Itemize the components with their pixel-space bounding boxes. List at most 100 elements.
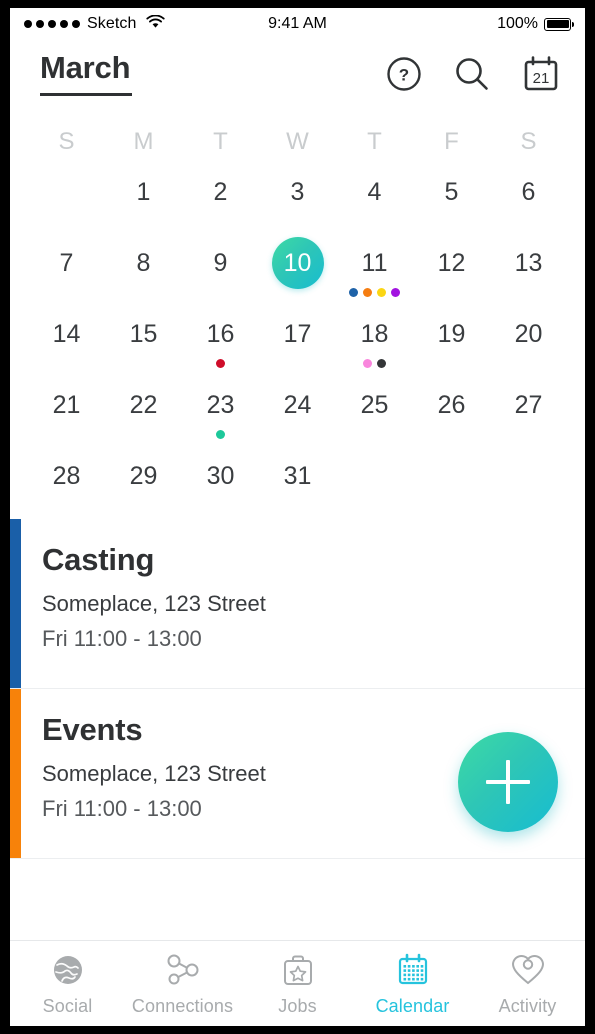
- tab-social[interactable]: Social: [10, 941, 125, 1026]
- day-number: 31: [283, 462, 312, 490]
- globe-icon: [49, 951, 87, 989]
- event-time: Fri 11:00 - 13:00: [42, 625, 202, 651]
- calendar-icon: [394, 951, 432, 989]
- tab-label: Calendar: [375, 995, 450, 1016]
- calendar-day-28[interactable]: 28: [28, 448, 105, 519]
- day-number: [45, 170, 89, 214]
- calendar-day-30[interactable]: 30: [182, 448, 259, 519]
- calendar-cell-empty: [490, 448, 567, 519]
- tab-label: Activity: [498, 995, 557, 1016]
- event-list: Casting Someplace, 123 Street Fri 11:00 - …: [10, 519, 585, 940]
- tab-connections[interactable]: Connections: [125, 941, 240, 1026]
- calendar-day-22[interactable]: 22: [105, 377, 182, 448]
- event-dots: [216, 358, 225, 368]
- calendar-day-19[interactable]: 19: [413, 306, 490, 377]
- day-of-week-0: S: [58, 128, 75, 155]
- calendar-day-27[interactable]: 27: [490, 377, 567, 448]
- calendar-day-24[interactable]: 24: [259, 377, 336, 448]
- calendar-day-1[interactable]: 1: [105, 164, 182, 235]
- tab-calendar[interactable]: Calendar: [355, 941, 470, 1026]
- day-number: 27: [514, 391, 543, 419]
- day-number: 8: [136, 249, 151, 277]
- calendar-day-17[interactable]: 17: [259, 306, 336, 377]
- add-event-button[interactable]: [458, 732, 558, 832]
- calendar-week-row: 1 2 3 4 5 6: [28, 164, 567, 235]
- calendar-day-13[interactable]: 13: [490, 235, 567, 306]
- calendar-day-16[interactable]: 16: [182, 306, 259, 377]
- calendar-day-5[interactable]: 5: [413, 164, 490, 235]
- event-dots: [363, 358, 386, 368]
- heart-pin-icon: [509, 951, 547, 989]
- event-location: Someplace, 123 Street: [42, 590, 266, 616]
- day-number: 18: [360, 320, 389, 348]
- help-icon[interactable]: ?: [385, 55, 423, 93]
- status-bar-right: 100%: [497, 15, 574, 33]
- calendar-grid: SMTWTFS 1 2 3 4 5 6 7 8 9 10 11 12 13 14 15 16 17 18 19 20 2…: [10, 108, 585, 519]
- calendar-day-26[interactable]: 26: [413, 377, 490, 448]
- event-accent-bar: [10, 519, 21, 688]
- calendar-day-15[interactable]: 15: [105, 306, 182, 377]
- tab-label: Jobs: [278, 995, 317, 1016]
- phone-screen: Sketch 9:41 AM 100% March ? 21 S M T W T…: [10, 8, 585, 1026]
- plus-icon: [486, 760, 530, 804]
- calendar-day-10[interactable]: 10: [259, 235, 336, 306]
- day-of-week-5: F: [444, 128, 459, 155]
- calendar-day-23[interactable]: 23: [182, 377, 259, 448]
- day-number: 16: [206, 320, 235, 348]
- day-number: 7: [59, 249, 74, 277]
- day-number: 25: [360, 391, 389, 419]
- calendar-day-12[interactable]: 12: [413, 235, 490, 306]
- calendar-day-icon[interactable]: 21: [521, 54, 561, 94]
- calendar-day-6[interactable]: 6: [490, 164, 567, 235]
- status-bar-left: Sketch: [24, 14, 165, 34]
- day-number: [430, 454, 474, 498]
- event-dot: [391, 287, 400, 297]
- calendar-day-18[interactable]: 18: [336, 306, 413, 377]
- tab-activity[interactable]: Activity: [470, 941, 585, 1026]
- search-icon[interactable]: [453, 55, 491, 93]
- day-number: [507, 454, 551, 498]
- event-dot: [349, 287, 358, 297]
- day-number: 20: [514, 320, 543, 348]
- briefcase-icon: [279, 951, 317, 989]
- tab-jobs[interactable]: Jobs: [240, 941, 355, 1026]
- calendar-cell-empty: [336, 448, 413, 519]
- calendar-day-8[interactable]: 8: [105, 235, 182, 306]
- event-dots: [216, 429, 225, 439]
- calendar-day-31[interactable]: 31: [259, 448, 336, 519]
- event-dot: [216, 429, 225, 439]
- calendar-day-3[interactable]: 3: [259, 164, 336, 235]
- day-number: 4: [367, 178, 382, 206]
- header-actions: ? 21: [385, 54, 561, 94]
- carrier-label: Sketch: [87, 15, 137, 32]
- bottom-tab-bar: Social Connections Jobs Calendar Activit…: [10, 940, 585, 1026]
- calendar-weeks: 1 2 3 4 5 6 7 8 9 10 11 12 13 14 15 16 17 18 19 20 21 22 23 24 2…: [28, 164, 567, 519]
- day-number: 5: [444, 178, 459, 206]
- day-number: 29: [129, 462, 158, 490]
- wifi-icon: [145, 14, 165, 34]
- day-of-week-6: S: [520, 128, 537, 155]
- calendar-day-4[interactable]: 4: [336, 164, 413, 235]
- day-number: 26: [437, 391, 466, 419]
- calendar-day-29[interactable]: 29: [105, 448, 182, 519]
- day-number: 24: [283, 391, 312, 419]
- calendar-day-2[interactable]: 2: [182, 164, 259, 235]
- calendar-day-7[interactable]: 7: [28, 235, 105, 306]
- calendar-day-21[interactable]: 21: [28, 377, 105, 448]
- calendar-cell-empty: [413, 448, 490, 519]
- calendar-day-9[interactable]: 9: [182, 235, 259, 306]
- battery-percent-label: 100%: [497, 15, 538, 32]
- calendar-icon-day-number: 21: [533, 70, 550, 87]
- calendar-day-14[interactable]: 14: [28, 306, 105, 377]
- day-number: [353, 454, 397, 498]
- event-dot: [377, 358, 386, 368]
- calendar-day-20[interactable]: 20: [490, 306, 567, 377]
- day-number: 19: [437, 320, 466, 348]
- share-icon: [163, 951, 203, 989]
- day-of-week-2: T: [213, 128, 228, 155]
- event-card[interactable]: Casting Someplace, 123 Street Fri 11:00 - …: [10, 519, 585, 689]
- calendar-day-25[interactable]: 25: [336, 377, 413, 448]
- calendar-day-11[interactable]: 11: [336, 235, 413, 306]
- title-underline: [40, 93, 132, 96]
- event-dots: [349, 287, 400, 297]
